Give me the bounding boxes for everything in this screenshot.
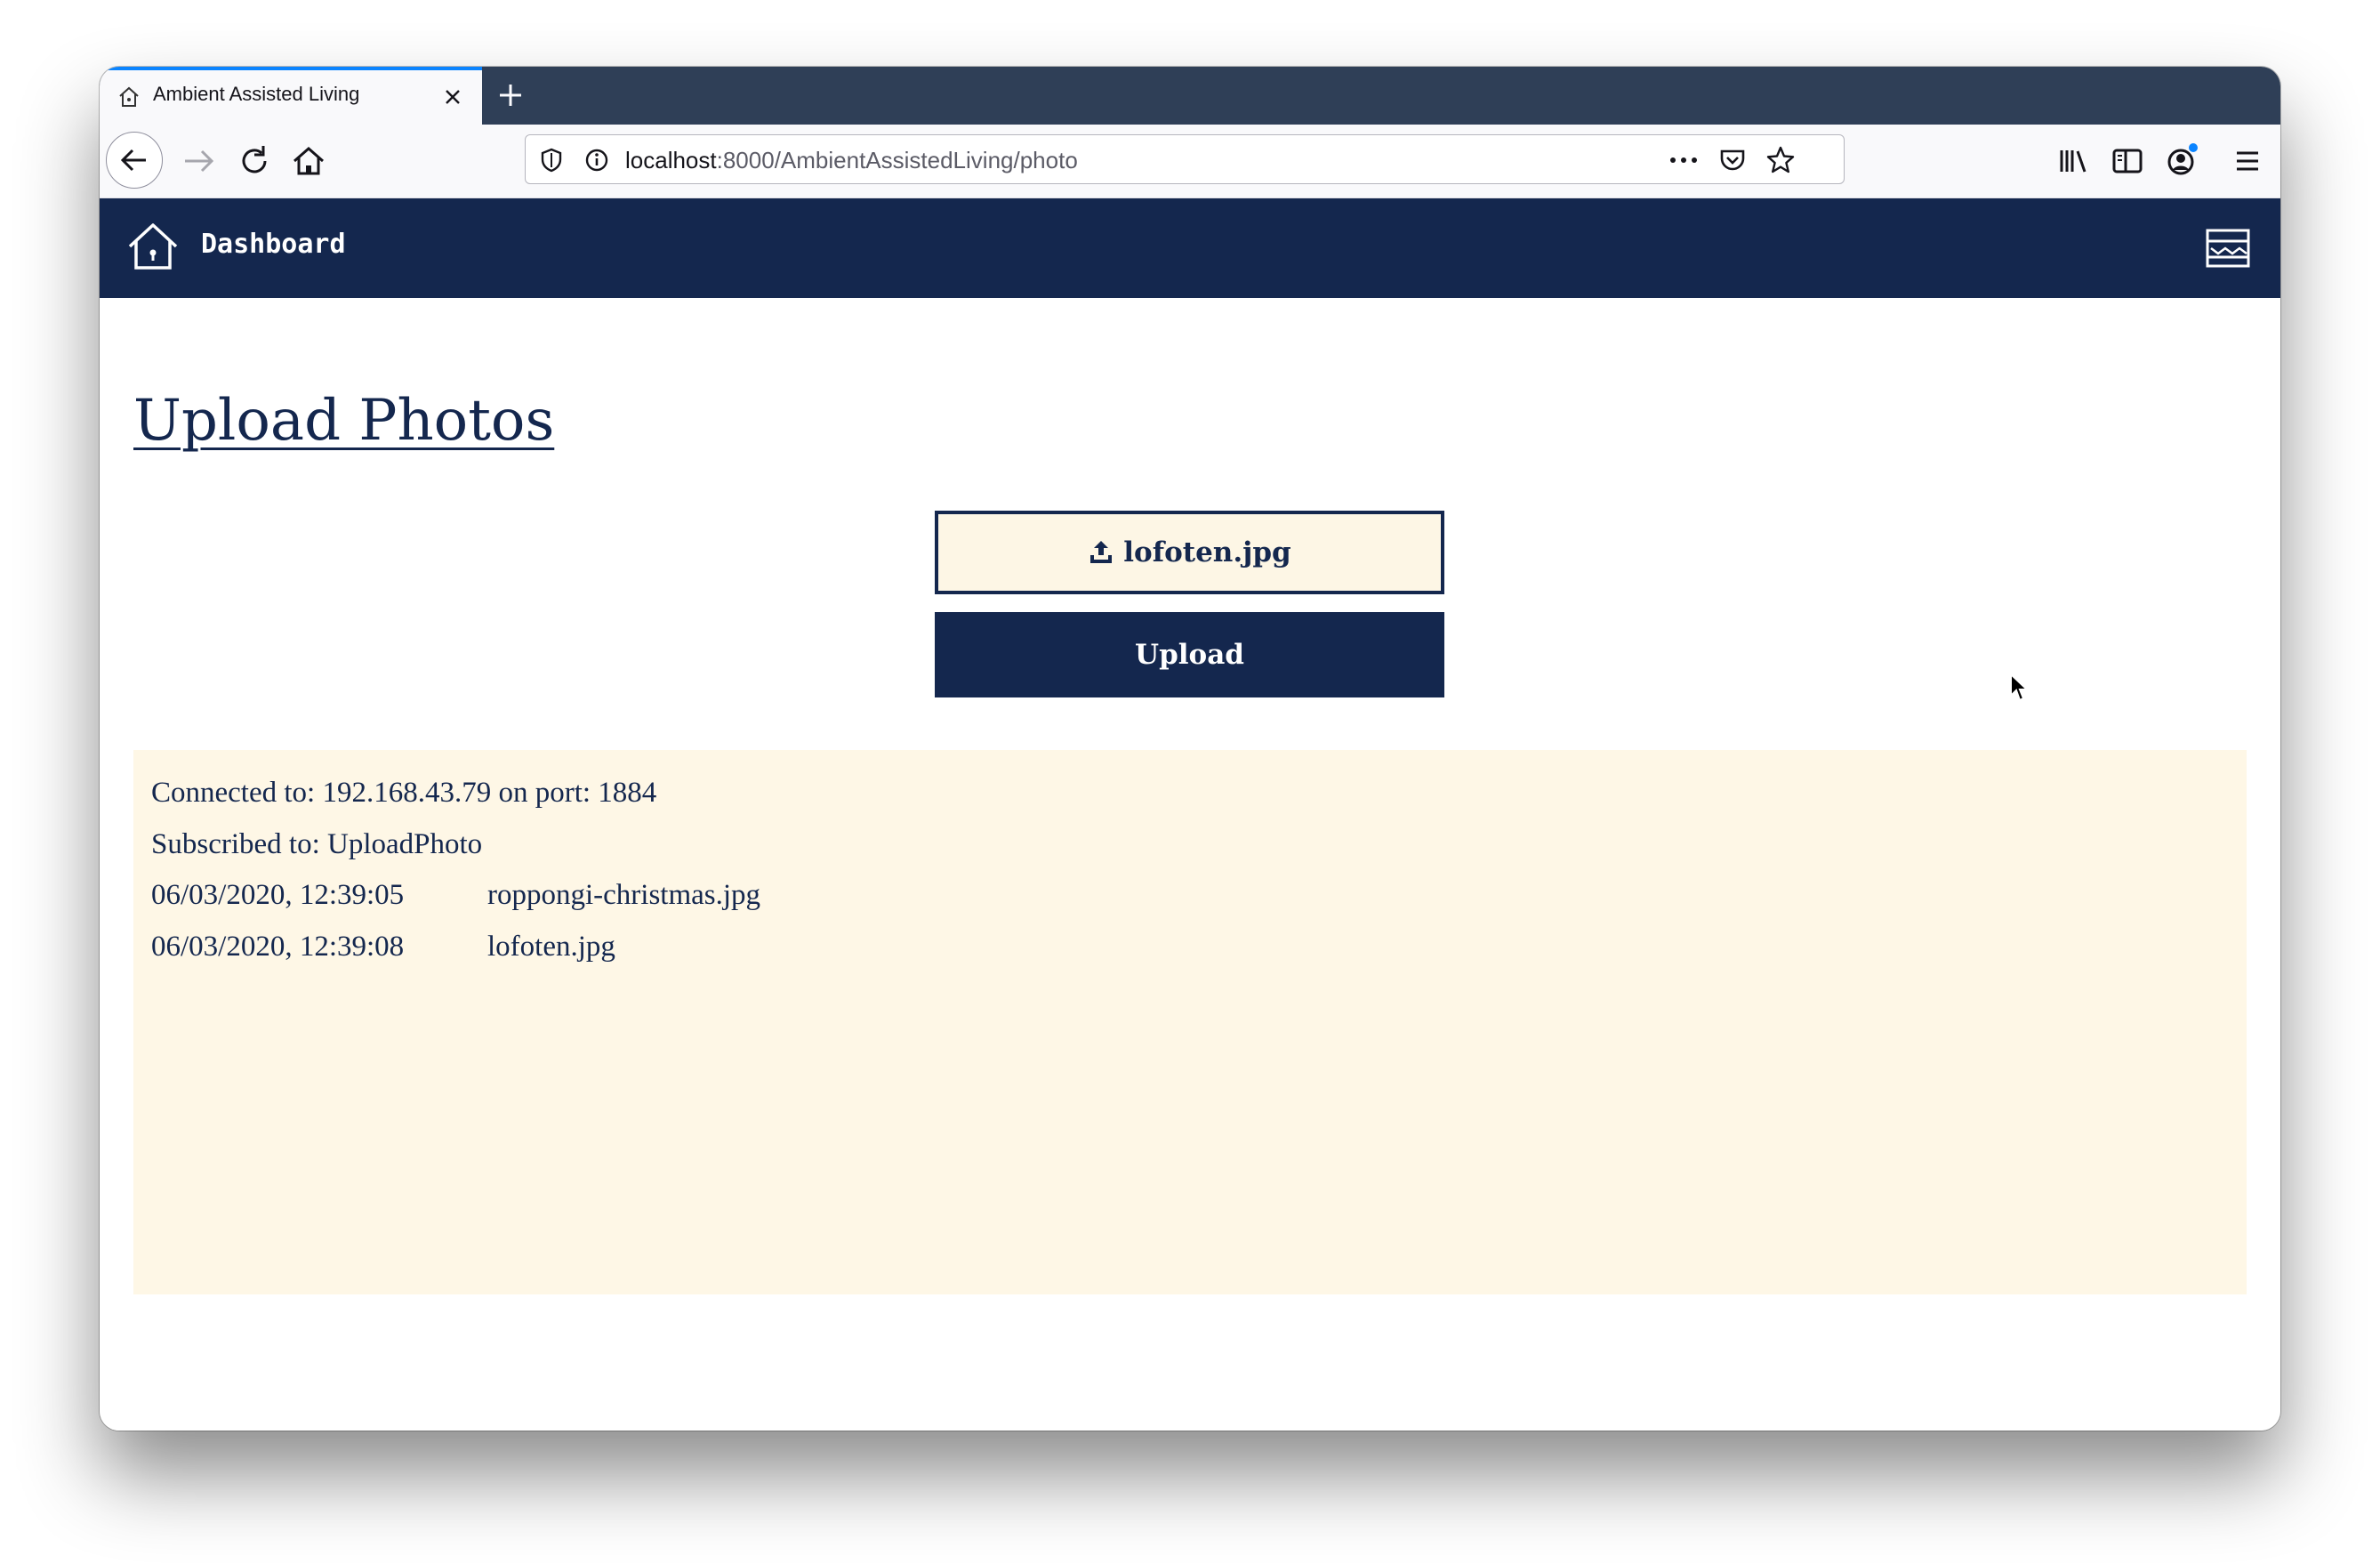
upload-icon [1090,541,1113,563]
page-content: Dashboard Upload Photos lofoten.jpg Uplo… [100,198,2280,1431]
browser-tab[interactable]: Ambient Assisted Living [100,67,482,125]
star-bookmark-icon[interactable] [1765,145,1796,175]
url-host: localhost [625,147,717,173]
upload-button[interactable]: Upload [935,612,1444,697]
home-icon[interactable] [126,222,180,271]
app-menu-icon[interactable] [2226,140,2269,182]
info-icon[interactable] [584,148,609,173]
arrow-left-icon [120,149,146,172]
message-log-panel: Connected to: 192.168.43.79 on port: 188… [133,750,2247,1294]
log-entry: 06/03/2020, 12:39:08 lofoten.jpg [151,922,2229,973]
app-navbar: Dashboard [100,198,2280,298]
log-entry-file: lofoten.jpg [487,930,615,963]
account-icon[interactable] [2159,140,2202,182]
close-tab-icon[interactable] [440,85,465,109]
tab-strip: Ambient Assisted Living [100,67,2280,125]
back-button[interactable] [106,132,163,189]
subscription-status: Subscribed to: UploadPhoto [151,827,483,860]
log-entry-time: 06/03/2020, 12:39:05 [151,879,405,911]
pocket-icon[interactable] [1718,146,1747,174]
log-entry-time: 06/03/2020, 12:39:08 [151,930,405,963]
forward-button[interactable] [178,140,221,182]
shield-icon[interactable] [540,148,563,173]
choose-file-button[interactable]: lofoten.jpg [935,511,1444,594]
mouse-pointer-icon [2010,673,2029,702]
home-button-icon[interactable] [287,140,330,182]
menu-toggle-icon[interactable] [2206,229,2250,268]
navigation-toolbar: localhost:8000/AmbientAssistedLiving/pho… [100,125,2280,198]
file-name-label: lofoten.jpg [1123,536,1291,568]
new-tab-icon[interactable] [495,80,526,110]
brand-dashboard-link[interactable]: Dashboard [201,229,346,260]
log-entry: 06/03/2020, 12:39:05 roppongi-christmas.j… [151,870,2229,922]
tab-title: Ambient Assisted Living [153,83,360,105]
reload-icon[interactable] [233,140,276,182]
url-path: :8000/AmbientAssistedLiving/photo [716,147,1078,173]
url-text: localhost:8000/AmbientAssistedLiving/pho… [625,147,1078,174]
library-icon[interactable] [2053,140,2095,182]
page-title: Upload Photos [133,388,555,454]
home-favicon-icon [119,86,139,107]
sidebar-icon[interactable] [2106,140,2149,182]
log-entry-file: roppongi-christmas.jpg [487,879,761,911]
address-bar[interactable]: localhost:8000/AmbientAssistedLiving/pho… [525,134,1845,184]
connection-status: Connected to: 192.168.43.79 on port: 188… [151,777,657,809]
more-actions-icon[interactable] [1668,148,1700,173]
browser-window: Ambient Assisted Living localhost:8000/A… [100,67,2280,1431]
